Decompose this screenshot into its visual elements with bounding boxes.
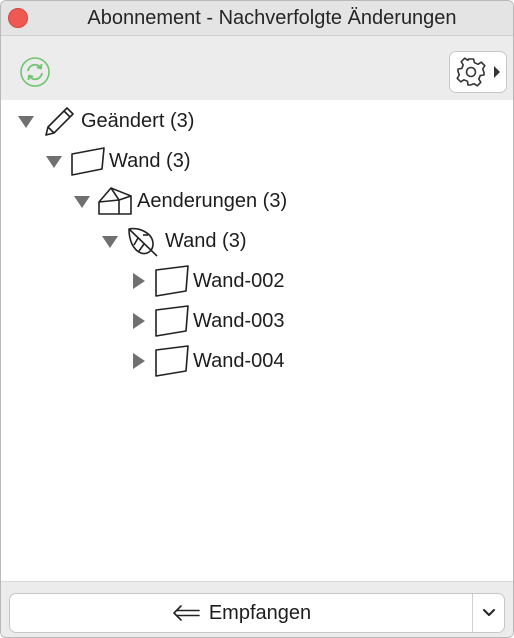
expanded-triangle-icon[interactable] bbox=[17, 112, 35, 130]
collapsed-triangle-icon[interactable] bbox=[129, 312, 147, 330]
tree-node-changed[interactable]: Geändert (3) bbox=[17, 104, 194, 138]
expanded-triangle-icon[interactable] bbox=[73, 192, 91, 210]
tree-node-wall-category[interactable]: Wand (3) bbox=[101, 224, 247, 258]
tree-node-label: Wand (3) bbox=[165, 229, 247, 252]
tree-node-changes-model[interactable]: Aenderungen (3) bbox=[73, 184, 287, 218]
toolbar bbox=[1, 36, 513, 100]
tree-node-wall-group[interactable]: Wand (3) bbox=[45, 144, 191, 178]
tree-node-wall-004[interactable]: Wand-004 bbox=[129, 344, 285, 378]
receive-button[interactable]: Empfangen bbox=[10, 594, 472, 632]
refresh-button[interactable] bbox=[19, 56, 51, 88]
wall-icon bbox=[155, 305, 189, 337]
tree-node-label: Wand-003 bbox=[193, 309, 285, 332]
tree-node-label: Wand (3) bbox=[109, 149, 191, 172]
tree-node-wall-002[interactable]: Wand-002 bbox=[129, 264, 285, 298]
pencil-icon bbox=[45, 107, 74, 136]
tree-node-label: Aenderungen (3) bbox=[137, 189, 288, 212]
collapsed-triangle-icon[interactable] bbox=[129, 272, 147, 290]
subscription-window: Abonnement - Nachverfolgte Änderungen Ge… bbox=[0, 0, 514, 638]
expanded-triangle-icon[interactable] bbox=[45, 152, 63, 170]
collapsed-triangle-icon[interactable] bbox=[129, 352, 147, 370]
wall-icon bbox=[71, 147, 105, 176]
tracked-changes-tree: Geändert (3) Wand (3) Aenderungen (3) Wa… bbox=[1, 100, 513, 581]
title-bar: Abonnement - Nachverfolgte Änderungen bbox=[1, 1, 513, 36]
bottom-bar: Empfangen bbox=[1, 581, 513, 637]
receive-button-label: Empfangen bbox=[208, 601, 312, 624]
expanded-triangle-icon[interactable] bbox=[101, 232, 119, 250]
wall-icon bbox=[155, 345, 189, 377]
building-icon bbox=[98, 187, 132, 215]
settings-menu-button[interactable] bbox=[449, 51, 507, 93]
window-title: Abonnement - Nachverfolgte Änderungen bbox=[87, 7, 457, 29]
leaf-icon bbox=[128, 227, 158, 257]
close-window-button[interactable] bbox=[8, 8, 28, 28]
wall-icon bbox=[155, 265, 189, 297]
gear-icon bbox=[456, 57, 500, 87]
chevron-down-icon bbox=[482, 609, 495, 616]
receive-options-dropdown[interactable] bbox=[473, 594, 504, 632]
tree-node-label: Wand-002 bbox=[193, 269, 285, 292]
receive-split-button: Empfangen bbox=[9, 593, 505, 633]
arrow-left-icon bbox=[173, 605, 200, 621]
refresh-icon bbox=[20, 57, 50, 87]
tree-node-label: Geändert (3) bbox=[81, 109, 195, 132]
tree-node-label: Wand-004 bbox=[193, 349, 285, 372]
tree-node-wall-003[interactable]: Wand-003 bbox=[129, 304, 285, 338]
